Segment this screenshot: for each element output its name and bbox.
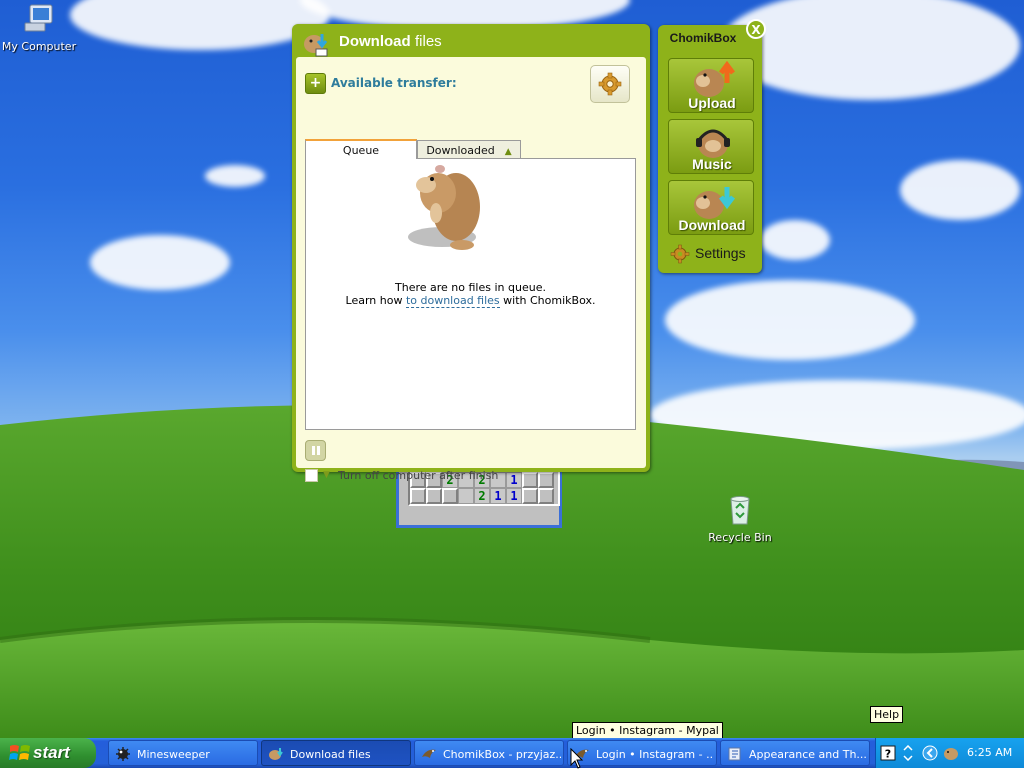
task-chomikbox-browser[interactable]: ChomikBox - przyjaz...: [414, 740, 564, 766]
upload-label: Upload: [688, 95, 736, 111]
hamster-mascot-image: [408, 165, 480, 250]
download-help-link[interactable]: to download files: [405, 294, 500, 308]
task-download-files[interactable]: Download files: [261, 740, 411, 766]
window-title-rest: files: [415, 33, 442, 50]
chomikbox-tray-icon[interactable]: [942, 745, 960, 761]
task-label: Download files: [290, 748, 371, 761]
available-transfer[interactable]: + Available transfer:: [305, 73, 505, 94]
empty-queue-line2-prefix: Learn how: [345, 294, 406, 307]
recycle-bin-shortcut[interactable]: Recycle Bin: [700, 494, 780, 544]
music-hamster-icon: [696, 129, 730, 158]
control-panel-icon: [728, 747, 741, 761]
turn-off-checkbox[interactable]: [305, 469, 318, 482]
clock: 6:25 AM: [967, 746, 1013, 759]
turn-off-option[interactable]: ▼ Turn off computer after finish: [305, 469, 565, 483]
task-minesweeper[interactable]: Minesweeper: [108, 740, 258, 766]
music-label: Music: [692, 156, 732, 172]
chomikbox-panel[interactable]: ChomikBox Upload Music Download Settings: [658, 25, 762, 273]
chomikbox-title: ChomikBox: [669, 31, 737, 45]
taskbar: start Minesweeper Download files ChomikB…: [0, 738, 1024, 768]
my-computer-icon: [24, 4, 53, 32]
mypal-icon: [422, 749, 436, 758]
settings-gear-icon: [670, 244, 690, 264]
task-appearance-themes[interactable]: Appearance and Th...: [720, 740, 870, 766]
music-button[interactable]: Music: [668, 119, 754, 174]
task-label: Appearance and Th...: [749, 748, 867, 761]
start-label: start: [33, 743, 70, 762]
upload-hamster-icon: [694, 61, 735, 97]
minesweeper-icon: [116, 747, 130, 761]
download-hamster-icon: [694, 187, 735, 219]
mine-cell[interactable]: 2: [474, 488, 490, 504]
chomikbox-icon: [269, 748, 283, 760]
window-title-bold: Download: [339, 33, 411, 50]
upload-button[interactable]: Upload: [668, 58, 754, 113]
network-icon[interactable]: [902, 745, 914, 761]
turn-off-label: Turn off computer after finish: [338, 469, 499, 482]
task-label: Minesweeper: [137, 748, 210, 761]
mine-cell[interactable]: 1: [490, 488, 506, 504]
windows-logo-icon: [9, 745, 30, 760]
download-label: Download: [678, 217, 746, 233]
empty-queue-line1: There are no files in queue.: [395, 281, 546, 294]
help-tooltip: Help: [870, 706, 904, 723]
chevron-left-icon[interactable]: [922, 745, 938, 761]
mine-cell[interactable]: [458, 488, 474, 504]
gear-icon: [598, 72, 622, 96]
tab-queue[interactable]: Queue: [305, 139, 417, 159]
taskbar-tooltip: Login • Instagram - Mypal: [572, 722, 723, 739]
settings-gear-button[interactable]: [590, 65, 630, 103]
window-titlebar[interactable]: Download files: [292, 24, 650, 58]
queue-list[interactable]: There are no files in queue. Learn how t…: [305, 158, 636, 430]
settings-label: Settings: [695, 245, 746, 261]
mouse-cursor-icon: [570, 748, 584, 769]
mine-cell[interactable]: [442, 488, 458, 504]
help-icon[interactable]: ?: [880, 745, 896, 761]
empty-queue-line2-suffix: with ChomikBox.: [499, 294, 596, 307]
window-body: + Available transfer: Queue Downloaded ▲…: [296, 57, 646, 482]
svg-text:?: ?: [885, 748, 891, 761]
task-label: Login • Instagram - ...: [596, 748, 714, 761]
my-computer-shortcut[interactable]: My Computer: [0, 3, 79, 53]
task-instagram-browser[interactable]: Login • Instagram - ...: [567, 740, 717, 766]
pause-button[interactable]: [305, 440, 326, 461]
download-files-window[interactable]: Download files + Available transfer: Que…: [292, 24, 650, 482]
mine-cell[interactable]: 1: [506, 488, 522, 504]
mine-cell[interactable]: [410, 488, 426, 504]
empty-queue-line2: Learn how to download files with ChomikB…: [306, 294, 635, 308]
settings-link[interactable]: Settings: [670, 244, 756, 264]
tab-queue-label: Queue: [342, 144, 380, 157]
task-label: ChomikBox - przyjaz...: [443, 748, 561, 761]
recycle-bin-label: Recycle Bin: [708, 531, 772, 544]
empty-queue-message: There are no files in queue. Learn how t…: [306, 281, 635, 308]
mine-cell[interactable]: [538, 488, 554, 504]
mine-cell[interactable]: [522, 488, 538, 504]
triangle-down-icon: ▼: [323, 470, 330, 480]
my-computer-label: My Computer: [1, 40, 77, 53]
start-button[interactable]: start: [0, 738, 96, 768]
add-transfer-icon[interactable]: +: [305, 73, 326, 94]
system-tray: ? 6:25 AM: [875, 738, 1024, 768]
chomikbox-download-icon: [304, 34, 328, 57]
close-panel-button[interactable]: X: [746, 19, 766, 39]
available-transfer-label: Available transfer:: [331, 76, 457, 90]
recycle-bin-icon: [730, 496, 750, 525]
mine-cell[interactable]: [426, 488, 442, 504]
download-button[interactable]: Download: [668, 180, 754, 235]
